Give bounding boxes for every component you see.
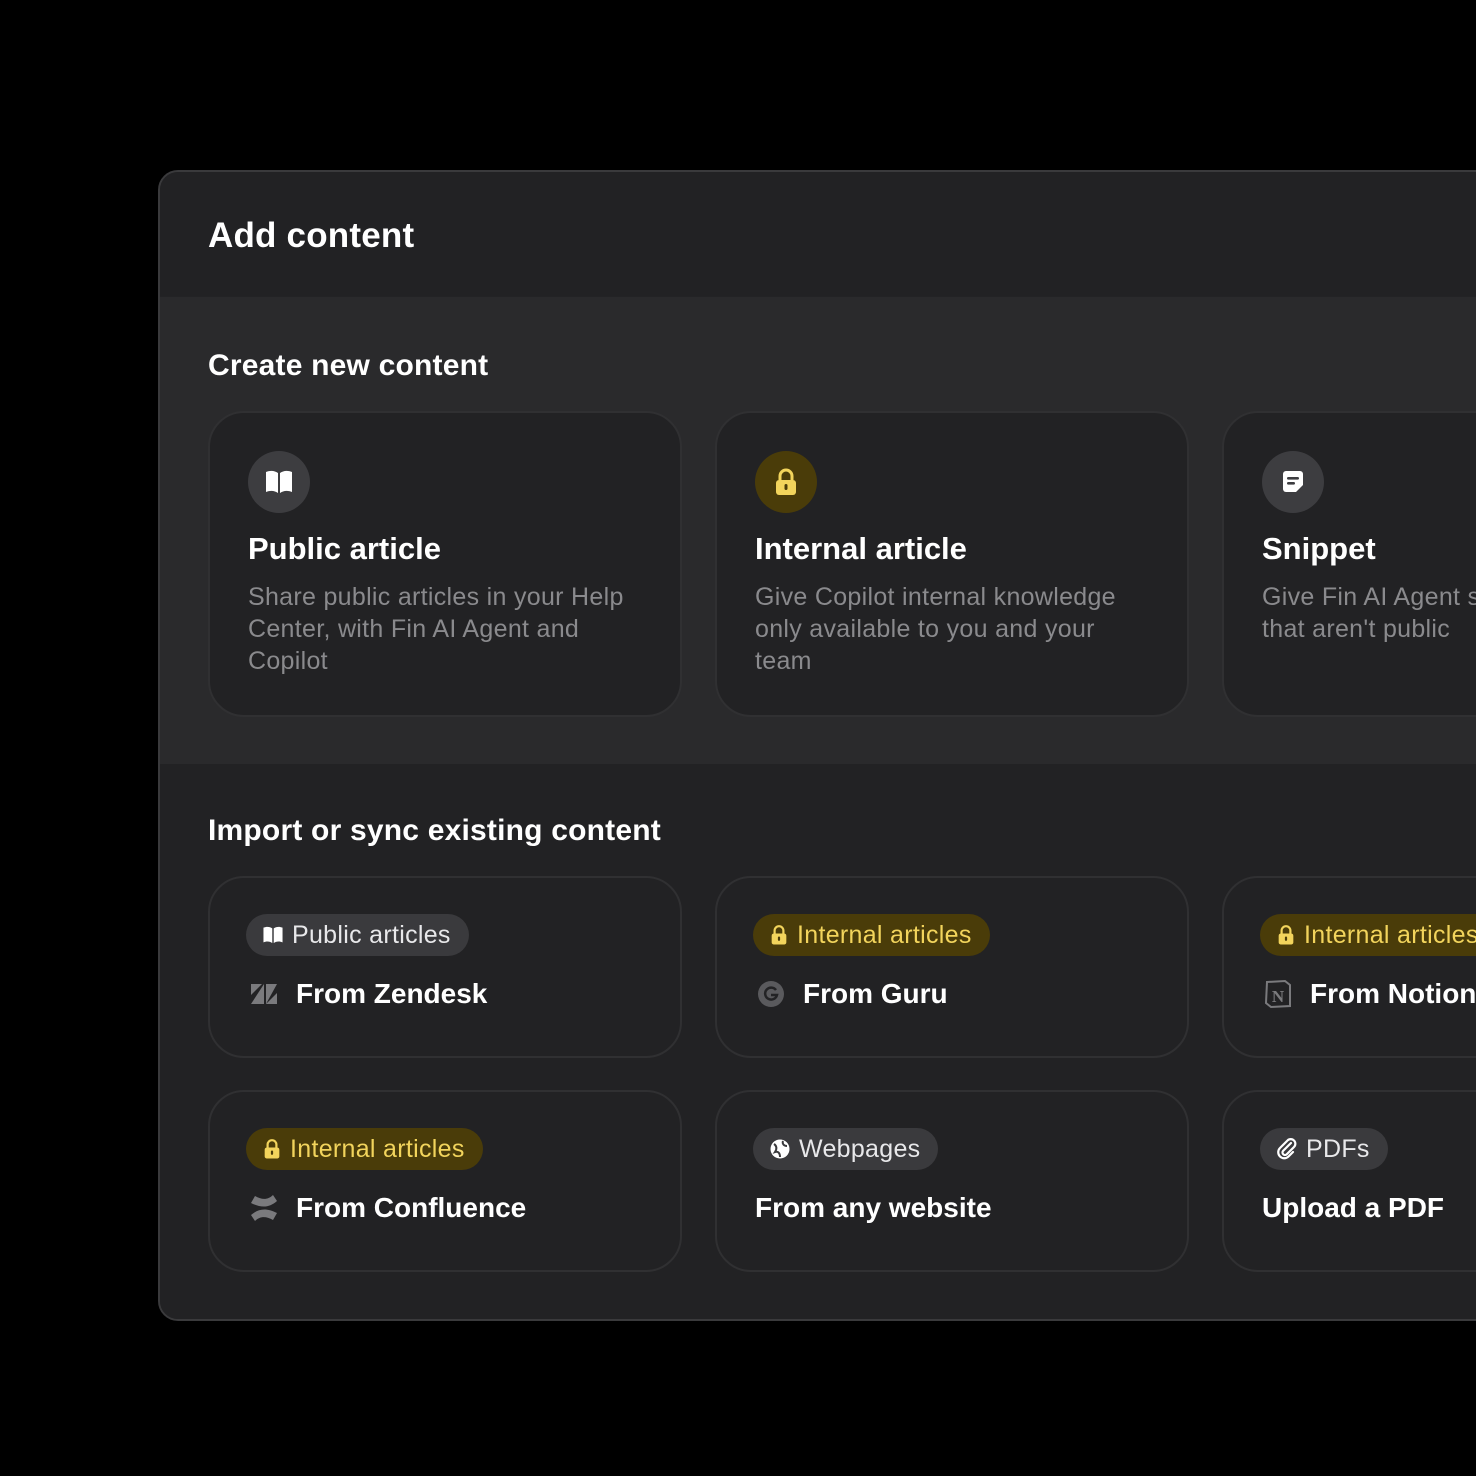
- import-guru-card[interactable]: Internal articles From Guru: [715, 876, 1189, 1058]
- pill-label: Internal articles: [290, 1134, 465, 1163]
- paperclip-icon: [1277, 1138, 1297, 1160]
- internal-articles-badge: Internal articles: [1260, 914, 1476, 956]
- card-description: Share public articles in your Help Cente…: [248, 583, 624, 675]
- internal-articles-badge: Internal articles: [753, 914, 990, 956]
- import-notion-card[interactable]: Internal articles N From Notion: [1222, 876, 1476, 1058]
- card-description: Give Copilot internal knowledge only ava…: [755, 583, 1116, 675]
- source-label: From any website: [755, 1192, 992, 1223]
- webpages-badge: Webpages: [753, 1128, 939, 1170]
- lock-icon: [1278, 925, 1294, 945]
- create-new-content-section: Create new content Public article Share …: [160, 297, 1476, 764]
- pill-label: Internal articles: [797, 920, 972, 949]
- globe-icon: [770, 1139, 790, 1159]
- source-label: From Confluence: [296, 1192, 527, 1223]
- guru-icon: [755, 978, 787, 1010]
- source-label: Upload a PDF: [1262, 1192, 1445, 1223]
- source-row: N From Notion: [1262, 978, 1476, 1010]
- source-row: Upload a PDF: [1262, 1192, 1444, 1224]
- add-content-panel: Add content Create new content Public ar…: [158, 170, 1476, 1321]
- pill-label: PDFs: [1306, 1134, 1370, 1163]
- source-label: From Guru: [803, 978, 948, 1009]
- pill-label: Internal articles: [1304, 920, 1476, 949]
- pdfs-badge: PDFs: [1260, 1128, 1388, 1170]
- card-description: Give Fin AI Agent snippets of text that …: [1262, 583, 1476, 643]
- confluence-icon: [248, 1192, 280, 1224]
- upload-pdf-card[interactable]: PDFs Upload a PDF: [1222, 1090, 1476, 1272]
- card-title: Snippet: [1262, 531, 1376, 566]
- import-section-title: Import or sync existing content: [208, 814, 661, 847]
- card-title: Internal article: [755, 531, 967, 566]
- note-icon: [1262, 451, 1324, 513]
- source-row: From any website: [755, 1192, 992, 1224]
- internal-article-card[interactable]: Internal article Give Copilot internal k…: [715, 411, 1189, 717]
- import-zendesk-card[interactable]: Public articles From Zendesk: [208, 876, 682, 1058]
- lock-icon: [755, 451, 817, 513]
- create-section-title: Create new content: [208, 349, 489, 382]
- source-label: From Zendesk: [296, 978, 488, 1009]
- source-row: From Guru: [755, 978, 948, 1010]
- svg-text:N: N: [1272, 987, 1285, 1006]
- public-article-card[interactable]: Public article Share public articles in …: [208, 411, 682, 717]
- public-articles-badge: Public articles: [246, 914, 469, 956]
- pill-label: Public articles: [292, 920, 451, 949]
- book-icon: [248, 451, 310, 513]
- card-title: Public article: [248, 531, 441, 566]
- import-website-card[interactable]: Webpages From any website: [715, 1090, 1189, 1272]
- import-confluence-card[interactable]: Internal articles From Confluence: [208, 1090, 682, 1272]
- pill-label: Webpages: [799, 1134, 921, 1163]
- source-label: From Notion: [1310, 978, 1476, 1009]
- internal-articles-badge: Internal articles: [246, 1128, 483, 1170]
- source-row: From Zendesk: [248, 978, 487, 1010]
- lock-icon: [771, 925, 787, 945]
- panel-title: Add content: [208, 216, 415, 255]
- notion-icon: N: [1262, 978, 1294, 1010]
- import-sync-section: Import or sync existing content Public a…: [160, 764, 1476, 1319]
- zendesk-icon: [248, 978, 280, 1010]
- lock-icon: [264, 1139, 280, 1159]
- book-icon: [263, 926, 283, 944]
- panel-header: Add content: [160, 172, 1476, 296]
- snippet-card[interactable]: Snippet Give Fin AI Agent snippets of te…: [1222, 411, 1476, 717]
- source-row: From Confluence: [248, 1192, 526, 1224]
